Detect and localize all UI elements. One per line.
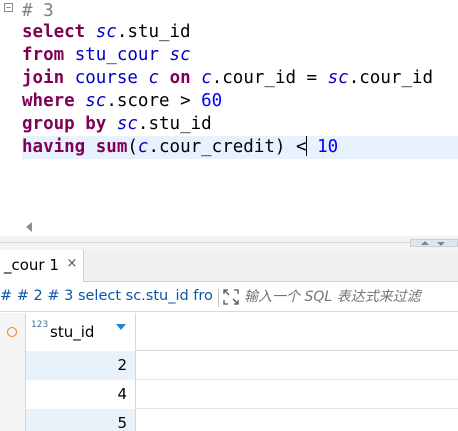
code-line-6[interactable]: group by sc.stu_id [22, 113, 458, 136]
splitter-grip[interactable] [410, 239, 458, 247]
sql-editor[interactable]: − # 3 select sc.stu_id from stu_cour sc … [0, 0, 458, 214]
panel-splitter[interactable] [0, 236, 458, 250]
restore-arrow-icon[interactable] [437, 242, 445, 246]
code-text: .stu_id [116, 22, 191, 42]
alias: c [201, 68, 212, 88]
code-line-3[interactable]: from stu_cour sc [22, 44, 458, 67]
results-grid[interactable]: 123 stu_id 2 4 5 [0, 313, 458, 431]
grid-header: 123 stu_id [0, 313, 458, 351]
alias: c [148, 68, 160, 88]
comment-text: # 3 [22, 1, 54, 21]
splitter-line [0, 242, 458, 243]
row-header[interactable] [0, 380, 26, 409]
results-tab-bar: _cour 1 × [0, 250, 458, 282]
alias: sc [116, 114, 138, 134]
code-text: .score > [106, 91, 202, 111]
table-row[interactable]: 2 [0, 351, 458, 380]
editor-gutter: − [0, 0, 16, 214]
code-text: .cour_id = [211, 68, 328, 88]
sort-desc-icon[interactable] [116, 324, 126, 330]
keyword: having [22, 137, 86, 157]
filter-bar: # # 2 # 3 select sc.stu_id fro [0, 284, 458, 312]
table-name: course [74, 68, 138, 88]
alias: sc [327, 68, 349, 88]
code-text: .stu_id [137, 114, 212, 134]
code-line-7[interactable]: having sum(c.cour_credit) < 10 [22, 136, 458, 159]
keyword: from [22, 45, 65, 65]
table-name: stu_cour [74, 45, 159, 65]
number-literal: 60 [201, 91, 223, 111]
editor-horizontal-scrollbar[interactable] [22, 218, 458, 238]
code-line-5[interactable]: where sc.score > 60 [22, 90, 458, 113]
numeric-type-icon: 123 [31, 320, 49, 330]
keyword: join [22, 68, 65, 88]
close-icon[interactable]: × [66, 257, 78, 270]
query-text-link[interactable]: # # 2 # 3 select sc.stu_id fro [0, 288, 218, 304]
number-literal: 10 [317, 137, 339, 157]
table-row[interactable]: 5 [0, 409, 458, 431]
code-text: .cour_id [348, 68, 434, 88]
results-tab-label: _cour 1 [4, 256, 59, 274]
code-text: ( [127, 137, 138, 157]
column-name: stu_id [50, 323, 95, 341]
code-text: .cour_credit) < [148, 137, 307, 157]
alias: sc [169, 45, 191, 65]
function-name: sum [95, 137, 128, 157]
table-row[interactable]: 4 [0, 380, 458, 409]
row-header[interactable] [0, 351, 26, 380]
alias: sc [95, 22, 117, 42]
filter-expression-input[interactable] [244, 286, 458, 308]
expand-icon[interactable] [222, 288, 240, 306]
alias: sc [85, 91, 107, 111]
keyword: select [22, 22, 86, 42]
table-cell[interactable]: 2 [26, 351, 136, 380]
table-cell[interactable]: 5 [26, 409, 136, 431]
code-line-2[interactable]: select sc.stu_id [22, 21, 458, 44]
row-header[interactable] [0, 409, 26, 431]
maximize-arrow-icon[interactable] [421, 241, 429, 245]
keyword: where [22, 91, 75, 111]
results-tab[interactable]: _cour 1 × [0, 250, 84, 282]
code-line-1[interactable]: # 3 [22, 0, 458, 23]
scroll-left-icon[interactable] [26, 222, 32, 232]
column-header-stu-id[interactable]: 123 stu_id [26, 313, 136, 351]
table-cell[interactable]: 4 [26, 380, 136, 409]
keyword: group by [22, 114, 107, 134]
text-caret [305, 136, 307, 156]
code-line-4[interactable]: join course c on c.cour_id = sc.cour_id [22, 67, 458, 90]
fold-minus-icon[interactable]: − [4, 3, 13, 12]
divider [218, 289, 219, 307]
keyword: on [169, 68, 191, 88]
alias: c [137, 137, 149, 157]
row-marker-icon [7, 327, 17, 337]
grid-corner[interactable] [0, 313, 26, 351]
